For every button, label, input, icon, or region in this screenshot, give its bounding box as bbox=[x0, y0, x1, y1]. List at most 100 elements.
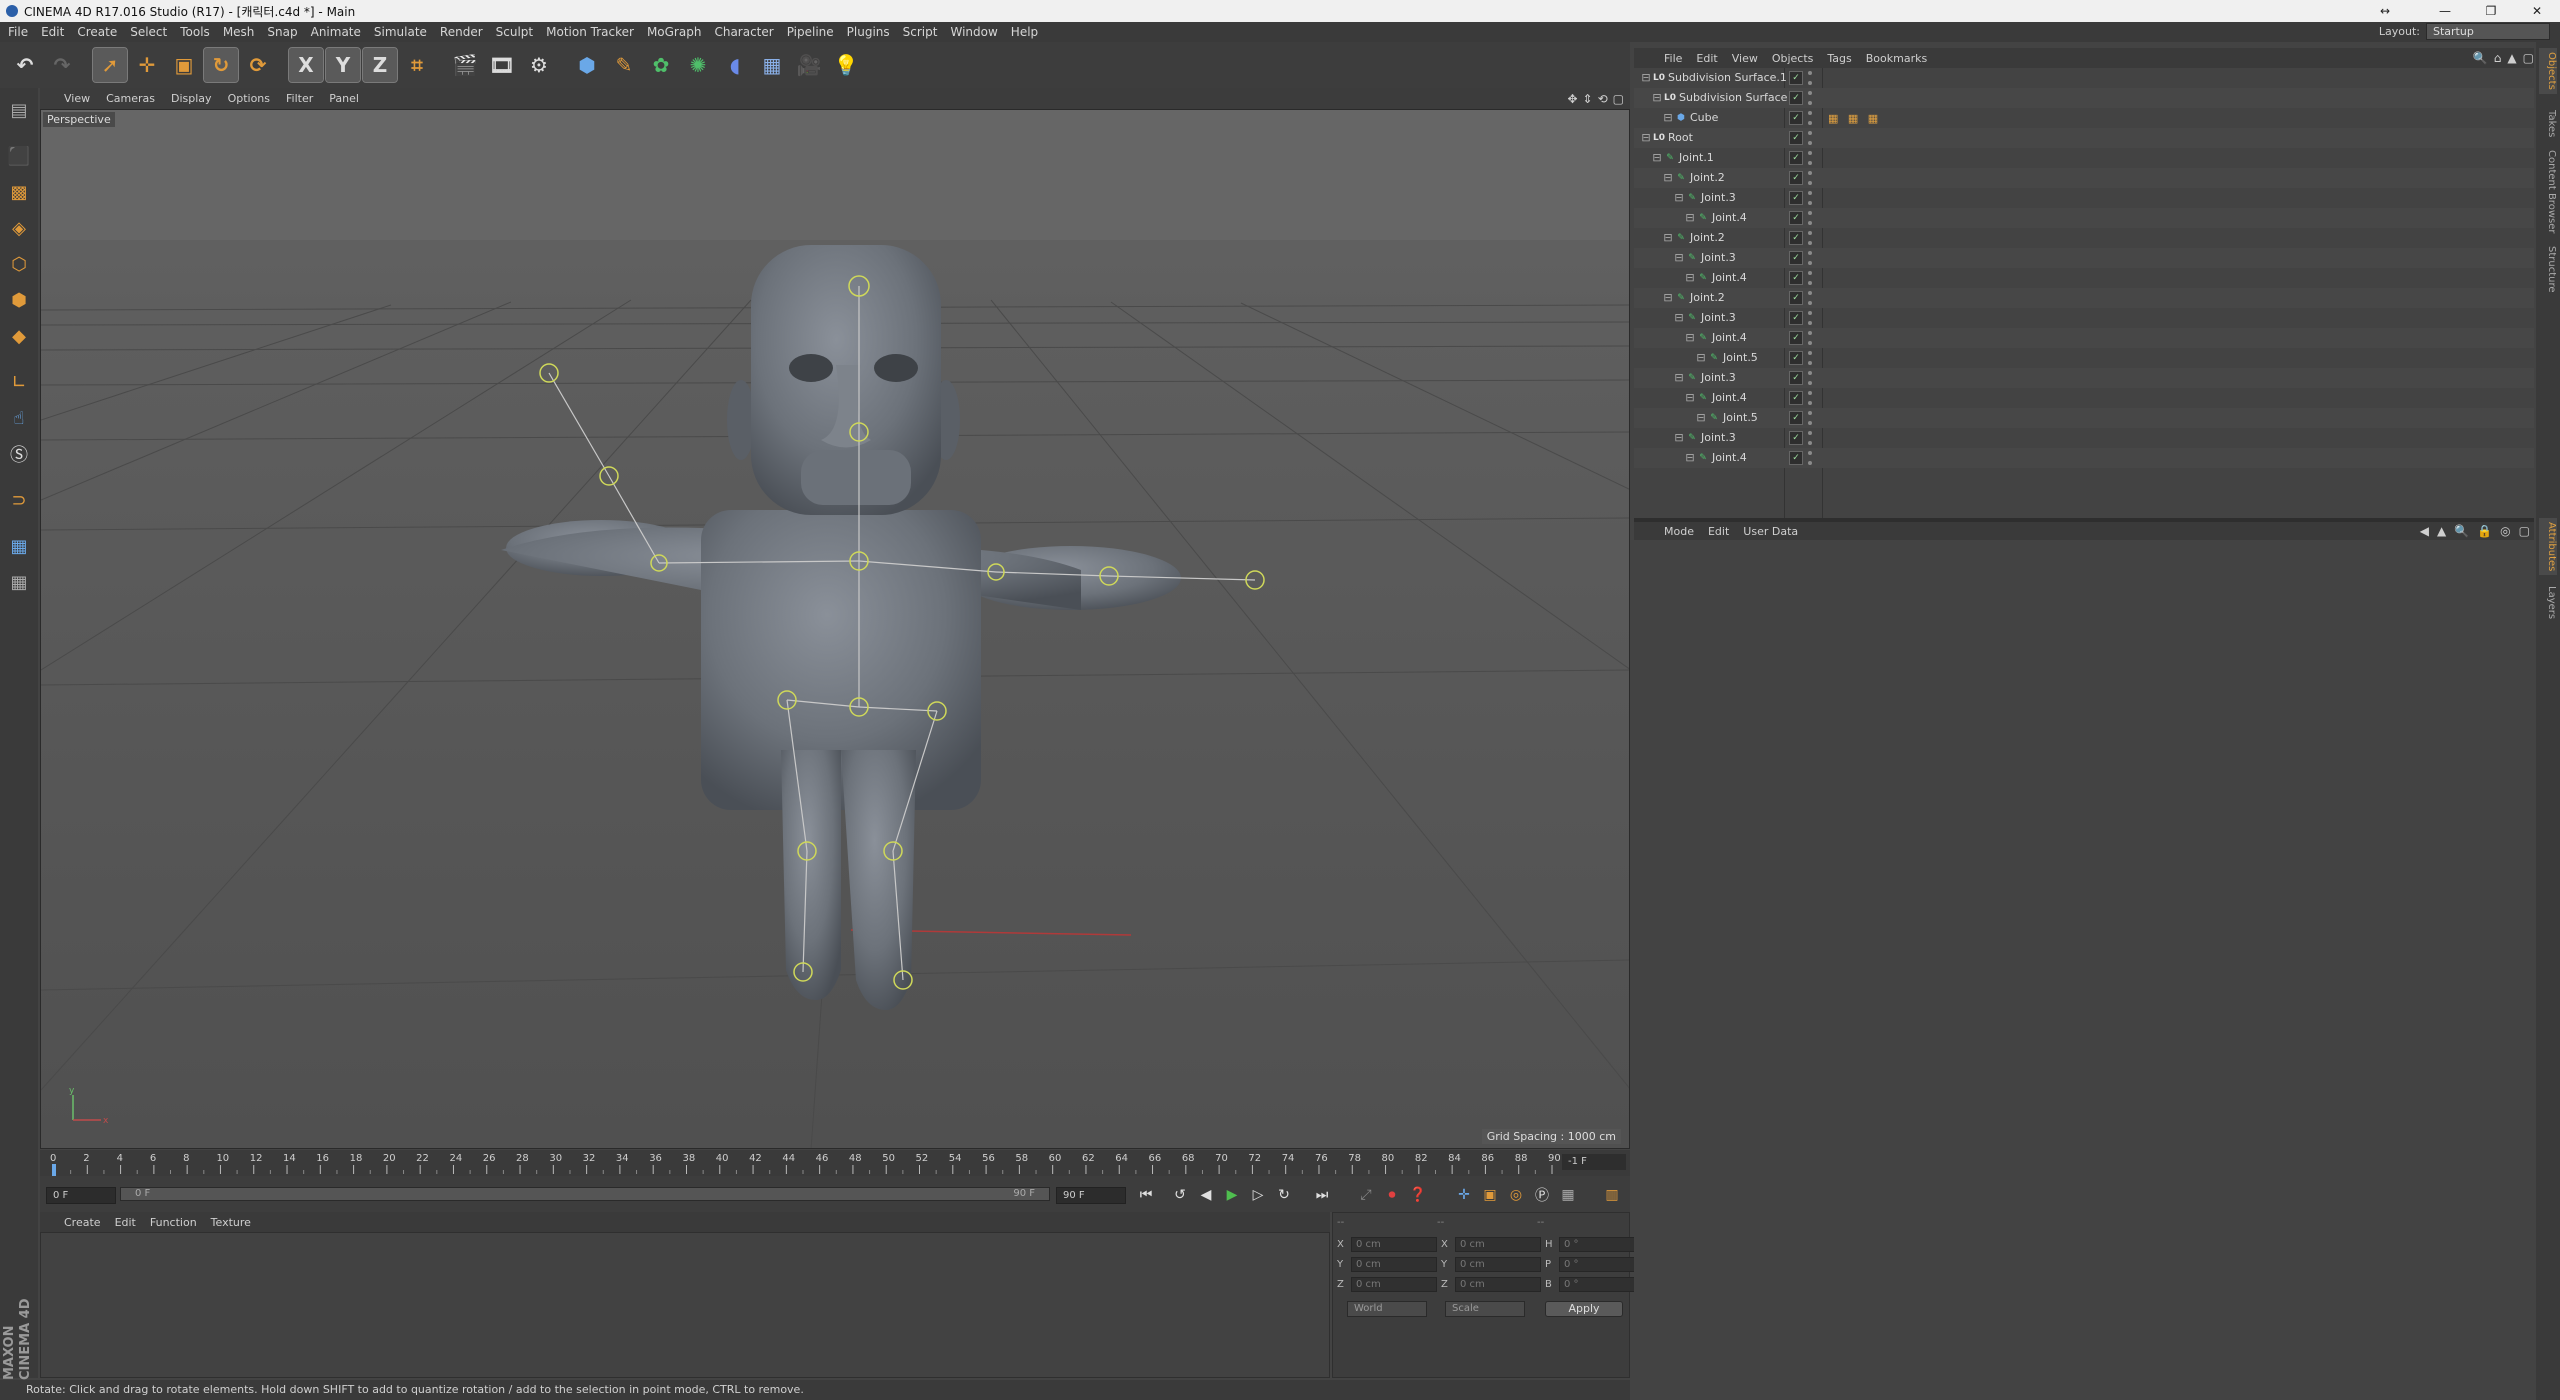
om-search-icon[interactable]: 🔍 bbox=[2473, 51, 2488, 65]
visibility-dots-icon[interactable] bbox=[1807, 211, 1813, 225]
object-row[interactable]: ⊟ ✎ Joint.4 ✓ bbox=[1634, 208, 2534, 228]
expand-toggle-icon[interactable]: ⊟ bbox=[1662, 172, 1674, 184]
layer-toggle-icon[interactable]: ✓ bbox=[1789, 111, 1803, 125]
visibility-dots-icon[interactable] bbox=[1807, 351, 1813, 365]
y-axis-toggle[interactable]: Y bbox=[325, 47, 361, 83]
object-name[interactable]: Joint.1 bbox=[1679, 148, 1714, 168]
layer-toggle-icon[interactable]: ✓ bbox=[1789, 311, 1803, 325]
visibility-dots-icon[interactable] bbox=[1807, 171, 1813, 185]
tab-content-browser[interactable]: Content Browser bbox=[2539, 146, 2557, 237]
om-new-view-icon[interactable]: ▢ bbox=[2523, 51, 2534, 65]
menu-sculpt[interactable]: Sculpt bbox=[496, 25, 533, 39]
layer-toggle-icon[interactable]: ✓ bbox=[1789, 151, 1803, 165]
position-x-field[interactable]: 0 cm bbox=[1351, 1237, 1437, 1252]
object-name[interactable]: Joint.3 bbox=[1701, 368, 1736, 388]
deformer-icon[interactable]: ◖ bbox=[718, 48, 752, 82]
visibility-dots-icon[interactable] bbox=[1807, 71, 1813, 85]
object-name[interactable]: Subdivision Surface bbox=[1679, 88, 1787, 108]
tab-structure[interactable]: Structure bbox=[2539, 242, 2557, 297]
edges-mode-icon[interactable]: ⬢ bbox=[3, 284, 35, 316]
apply-button[interactable]: Apply bbox=[1545, 1301, 1623, 1317]
viewport-menu-panel[interactable]: Panel bbox=[329, 92, 359, 105]
om-home-icon[interactable]: ⌂ bbox=[2494, 51, 2502, 65]
object-row[interactable]: ⊟ ✎ Joint.3 ✓ bbox=[1634, 248, 2534, 268]
expand-toggle-icon[interactable]: ⊟ bbox=[1684, 392, 1696, 404]
object-row[interactable]: ⊟ L0 Subdivision Surface.1 ✓ bbox=[1634, 68, 2534, 88]
play-icon[interactable]: ▶ bbox=[1220, 1184, 1244, 1206]
attr-menu-mode[interactable]: Mode bbox=[1664, 525, 1694, 538]
expand-toggle-icon[interactable]: ⊟ bbox=[1651, 92, 1663, 104]
size-y-field[interactable]: 0 cm bbox=[1455, 1257, 1541, 1272]
viewport-menu-view[interactable]: View bbox=[64, 92, 90, 105]
visibility-dots-icon[interactable] bbox=[1807, 331, 1813, 345]
maximize-button[interactable]: ❐ bbox=[2468, 0, 2514, 22]
attr-target-icon[interactable]: ◎ bbox=[2500, 524, 2510, 538]
key-pla-icon[interactable]: ▦ bbox=[1556, 1184, 1580, 1206]
key-rotation-icon[interactable]: ◎ bbox=[1504, 1184, 1528, 1206]
expand-toggle-icon[interactable]: ⊟ bbox=[1662, 292, 1674, 304]
object-row[interactable]: ⊟ ✎ Joint.2 ✓ bbox=[1634, 168, 2534, 188]
expand-toggle-icon[interactable]: ⊟ bbox=[1695, 352, 1707, 364]
expand-toggle-icon[interactable]: ⊟ bbox=[1673, 192, 1685, 204]
viewport-menu-options[interactable]: Options bbox=[228, 92, 270, 105]
resize-icon[interactable]: ↔ bbox=[2380, 0, 2390, 22]
object-row[interactable]: ⊟ ✎ Joint.3 ✓ bbox=[1634, 308, 2534, 328]
rotation-h-field[interactable]: 0 ° bbox=[1559, 1237, 1639, 1252]
om-menu-tags[interactable]: Tags bbox=[1827, 52, 1851, 65]
menu-edit[interactable]: Edit bbox=[41, 25, 64, 39]
z-axis-toggle[interactable]: Z bbox=[362, 47, 398, 83]
next-frame-icon[interactable]: ▷ bbox=[1246, 1184, 1270, 1206]
expand-toggle-icon[interactable]: ⊟ bbox=[1673, 252, 1685, 264]
object-row[interactable]: ⊟ L0 Subdivision Surface ✓ bbox=[1634, 88, 2534, 108]
layer-toggle-icon[interactable]: ✓ bbox=[1789, 371, 1803, 385]
attr-lock-icon[interactable]: 🔒 bbox=[2477, 524, 2492, 538]
pan-view-icon[interactable]: ✥ bbox=[1567, 92, 1577, 106]
object-row[interactable]: ⊟ L0 Root ✓ bbox=[1634, 128, 2534, 148]
material-manager-area[interactable] bbox=[40, 1232, 1330, 1378]
object-row[interactable]: ⊟ ✎ Joint.4 ✓ bbox=[1634, 388, 2534, 408]
object-name[interactable]: Joint.3 bbox=[1701, 308, 1736, 328]
render-settings-icon[interactable]: ⚙ bbox=[522, 48, 556, 82]
redo-button[interactable]: ↷ bbox=[45, 48, 79, 82]
object-name[interactable]: Joint.4 bbox=[1712, 268, 1747, 288]
expand-toggle-icon[interactable]: ⊟ bbox=[1651, 152, 1663, 164]
attr-up-icon[interactable]: ▲ bbox=[2437, 524, 2446, 538]
menu-character[interactable]: Character bbox=[714, 25, 773, 39]
object-row[interactable]: ⊟ ✎ Joint.3 ✓ bbox=[1634, 428, 2534, 448]
material-menu-create[interactable]: Create bbox=[64, 1216, 101, 1229]
layer-toggle-icon[interactable]: ✓ bbox=[1789, 71, 1803, 85]
layer-toggle-icon[interactable]: ✓ bbox=[1789, 331, 1803, 345]
layer-toggle-icon[interactable]: ✓ bbox=[1789, 131, 1803, 145]
coordinate-type-select[interactable]: Scale bbox=[1445, 1301, 1525, 1317]
expand-toggle-icon[interactable]: ⊟ bbox=[1684, 272, 1696, 284]
visibility-dots-icon[interactable] bbox=[1807, 411, 1813, 425]
autokey-icon[interactable]: ❓ bbox=[1406, 1184, 1430, 1206]
visibility-dots-icon[interactable] bbox=[1807, 91, 1813, 105]
rotate-view-icon[interactable]: ⟲ bbox=[1598, 92, 1608, 106]
polygons-mode-icon[interactable]: ◆ bbox=[3, 320, 35, 352]
current-frame-field[interactable]: 0 F bbox=[46, 1187, 116, 1204]
position-z-field[interactable]: 0 cm bbox=[1351, 1277, 1437, 1292]
live-selection-icon[interactable]: ➚ bbox=[92, 47, 128, 83]
make-editable-icon[interactable]: ▤ bbox=[3, 94, 35, 126]
layer-toggle-icon[interactable]: ✓ bbox=[1789, 191, 1803, 205]
viewport-menu-cameras[interactable]: Cameras bbox=[106, 92, 155, 105]
menu-plugins[interactable]: Plugins bbox=[847, 25, 890, 39]
menu-simulate[interactable]: Simulate bbox=[374, 25, 427, 39]
prev-key-icon[interactable]: ↺ bbox=[1168, 1184, 1192, 1206]
layer-toggle-icon[interactable]: ✓ bbox=[1789, 171, 1803, 185]
expand-toggle-icon[interactable]: ⊟ bbox=[1662, 232, 1674, 244]
attr-back-icon[interactable]: ◀ bbox=[2420, 524, 2429, 538]
visibility-dots-icon[interactable] bbox=[1807, 191, 1813, 205]
timeline-window-icon[interactable]: ▥ bbox=[1600, 1184, 1624, 1206]
lock-workplane-icon[interactable]: ▦ bbox=[3, 530, 35, 562]
menu-select[interactable]: Select bbox=[130, 25, 167, 39]
layer-toggle-icon[interactable]: ✓ bbox=[1789, 431, 1803, 445]
points-mode-icon[interactable]: ⬡ bbox=[3, 248, 35, 280]
prev-frame-icon[interactable]: ◀ bbox=[1194, 1184, 1218, 1206]
om-menu-file[interactable]: File bbox=[1664, 52, 1682, 65]
layout-select[interactable]: Startup bbox=[2426, 23, 2550, 40]
light-icon[interactable]: 💡 bbox=[829, 48, 863, 82]
menu-help[interactable]: Help bbox=[1011, 25, 1038, 39]
visibility-dots-icon[interactable] bbox=[1807, 111, 1813, 125]
